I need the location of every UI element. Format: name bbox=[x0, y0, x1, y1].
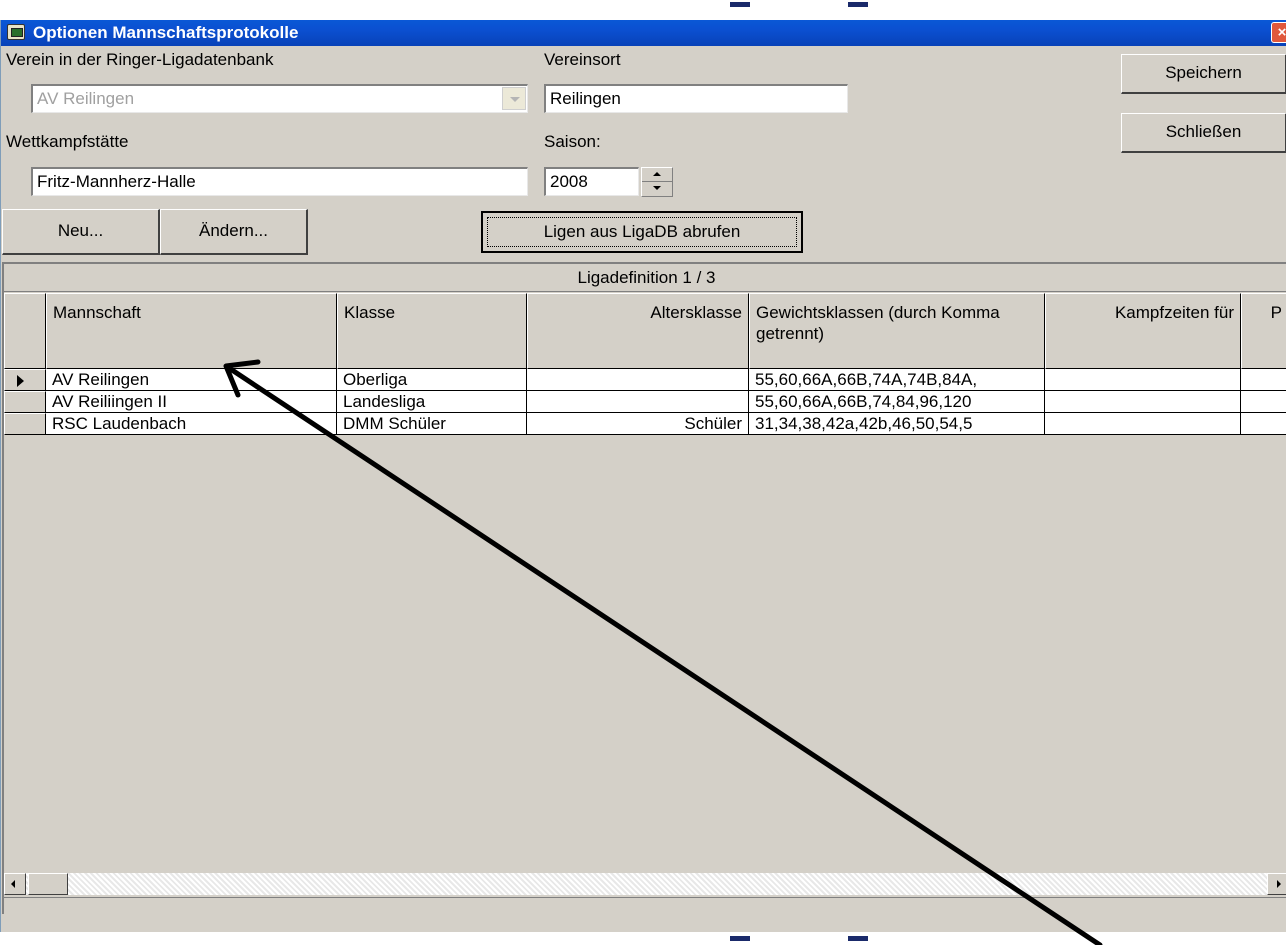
app-window-icon[interactable] bbox=[7, 24, 25, 40]
vereinsort-input[interactable]: Reilingen bbox=[544, 84, 848, 113]
cell-mannschaft[interactable]: AV Reilingen bbox=[46, 369, 337, 391]
grid-status-bar bbox=[4, 897, 1286, 915]
title-bar[interactable]: Optionen Mannschaftsprotokolle × bbox=[1, 20, 1286, 46]
column-header-altersklasse[interactable]: Altersklasse bbox=[527, 293, 749, 369]
verein-value: AV Reilingen bbox=[37, 89, 135, 108]
chevron-down-icon[interactable] bbox=[502, 87, 526, 110]
aendern-button[interactable]: Ändern... bbox=[160, 209, 308, 255]
scroll-thumb[interactable] bbox=[28, 873, 68, 895]
edge-mark bbox=[730, 936, 750, 941]
scroll-left-icon[interactable] bbox=[4, 873, 26, 895]
row-header[interactable] bbox=[4, 369, 46, 391]
horizontal-scrollbar[interactable] bbox=[4, 873, 1286, 895]
wettkampfstaette-label: Wettkampfstätte bbox=[6, 132, 129, 151]
cell-gewichtsklassen[interactable]: 55,60,66A,66B,74,84,96,120 bbox=[749, 391, 1045, 413]
cell-p[interactable] bbox=[1241, 413, 1286, 435]
edge-mark bbox=[848, 2, 868, 7]
edge-mark bbox=[848, 936, 868, 941]
row-header-corner bbox=[4, 293, 46, 369]
wettkampfstaette-input[interactable]: Fritz-Mannherz-Halle bbox=[31, 167, 528, 196]
spin-down-icon[interactable] bbox=[642, 182, 672, 196]
focus-rectangle bbox=[487, 217, 797, 247]
saison-input[interactable]: 2008 bbox=[544, 167, 639, 196]
speichern-button[interactable]: Speichern bbox=[1121, 54, 1286, 94]
row-header[interactable] bbox=[4, 413, 46, 435]
verein-combobox[interactable]: AV Reilingen bbox=[31, 84, 528, 113]
ligen-abrufen-button[interactable]: Ligen aus LigaDB abrufen bbox=[481, 211, 803, 253]
cell-altersklasse[interactable] bbox=[527, 391, 749, 413]
cell-altersklasse[interactable] bbox=[527, 369, 749, 391]
verein-label: Verein in der Ringer-Ligadatenbank bbox=[6, 50, 274, 69]
column-header-gewichtsklassen[interactable]: Gewichtsklassen (durch Komma getrennt) bbox=[749, 293, 1045, 369]
row-header[interactable] bbox=[4, 391, 46, 413]
cell-kampfzeiten[interactable] bbox=[1045, 391, 1241, 413]
close-icon[interactable]: × bbox=[1271, 22, 1286, 43]
row-pointer-icon bbox=[17, 375, 24, 387]
cell-p[interactable] bbox=[1241, 369, 1286, 391]
scroll-right-icon[interactable] bbox=[1267, 873, 1286, 895]
cell-p[interactable] bbox=[1241, 391, 1286, 413]
grid-body[interactable]: Mannschaft Klasse Altersklasse Gewichtsk… bbox=[4, 293, 1286, 873]
cell-mannschaft[interactable]: AV Reiliingen II bbox=[46, 391, 337, 413]
cell-altersklasse[interactable]: Schüler bbox=[527, 413, 749, 435]
cell-mannschaft[interactable]: RSC Laudenbach bbox=[46, 413, 337, 435]
edge-mark bbox=[730, 2, 750, 7]
grid-caption: Ligadefinition 1 / 3 bbox=[4, 264, 1286, 292]
spin-up-icon[interactable] bbox=[642, 168, 672, 182]
column-header-p[interactable]: P bbox=[1241, 293, 1286, 369]
options-window: Optionen Mannschaftsprotokolle × Verein … bbox=[0, 20, 1286, 932]
cell-kampfzeiten[interactable] bbox=[1045, 413, 1241, 435]
cell-gewichtsklassen[interactable]: 55,60,66A,66B,74A,74B,84A, bbox=[749, 369, 1045, 391]
neu-button[interactable]: Neu... bbox=[2, 209, 160, 255]
cell-klasse[interactable]: DMM Schüler bbox=[337, 413, 527, 435]
column-header-mannschaft[interactable]: Mannschaft bbox=[46, 293, 337, 369]
schliessen-button[interactable]: Schließen bbox=[1121, 113, 1286, 153]
column-header-klasse[interactable]: Klasse bbox=[337, 293, 527, 369]
column-header-kampfzeiten[interactable]: Kampfzeiten für bbox=[1045, 293, 1241, 369]
cell-gewichtsklassen[interactable]: 31,34,38,42a,42b,46,50,54,5 bbox=[749, 413, 1045, 435]
saison-stepper[interactable] bbox=[641, 167, 673, 197]
vereinsort-label: Vereinsort bbox=[544, 50, 621, 69]
liga-grid[interactable]: Ligadefinition 1 / 3 Mannschaft Klasse A… bbox=[2, 262, 1286, 915]
saison-label: Saison: bbox=[544, 132, 601, 151]
cell-klasse[interactable]: Oberliga bbox=[337, 369, 527, 391]
cell-kampfzeiten[interactable] bbox=[1045, 369, 1241, 391]
window-title: Optionen Mannschaftsprotokolle bbox=[33, 23, 299, 42]
cell-klasse[interactable]: Landesliga bbox=[337, 391, 527, 413]
